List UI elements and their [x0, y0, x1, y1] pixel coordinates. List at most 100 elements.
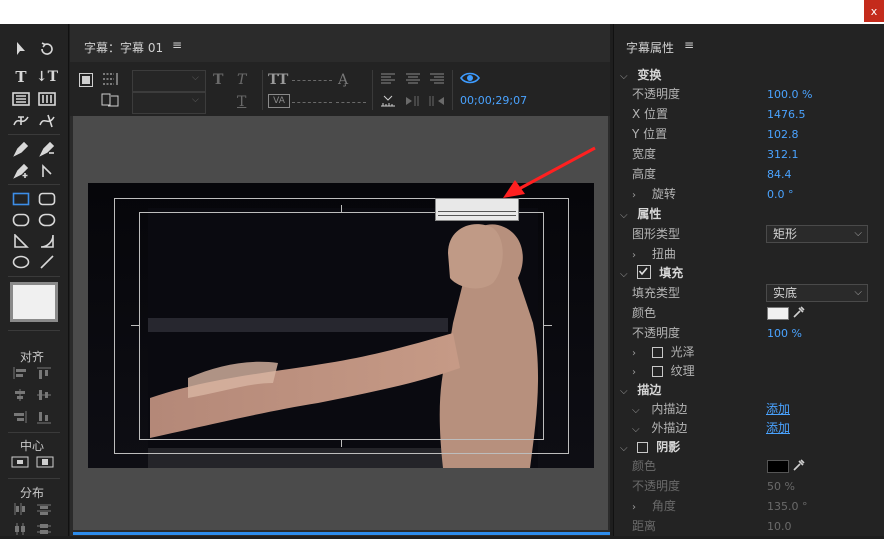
align-horizontal-center-icon[interactable] — [12, 388, 28, 405]
transform-section[interactable]: ⌵ 变换 — [620, 65, 661, 85]
fill-section[interactable]: ⌵ 填充 — [620, 263, 683, 283]
align-text-left-icon[interactable] — [380, 72, 396, 89]
font-size-field[interactable] — [292, 80, 332, 81]
title-panel-menu-icon[interactable]: ≡ — [172, 38, 182, 52]
tools-divider — [8, 478, 60, 479]
tools-panel: T ↓T 对齐 中心 分布 — [0, 24, 69, 536]
ellipse-tool-icon[interactable] — [10, 253, 32, 271]
add-anchor-tool-icon[interactable] — [10, 162, 32, 180]
tab-stops-ruler-icon[interactable] — [380, 94, 396, 111]
type-tool-icon[interactable]: T — [10, 68, 32, 86]
shadow-color-label: 颜色 — [632, 459, 657, 473]
center-tick-bottom — [341, 440, 342, 447]
show-background-video-icon[interactable] — [460, 71, 480, 88]
distort-row[interactable]: › 扭曲 — [632, 244, 676, 264]
path-type-tool-icon[interactable] — [10, 112, 32, 130]
center-vertical-icon[interactable] — [36, 455, 54, 472]
align-bottom-icon[interactable] — [36, 410, 52, 427]
selection-tool-icon[interactable] — [10, 40, 32, 58]
delete-anchor-tool-icon[interactable] — [36, 140, 58, 158]
chevron-right-icon: › — [632, 502, 636, 513]
attributes-section[interactable]: ⌵ 属性 — [620, 204, 661, 224]
add-inner-stroke-link[interactable]: 添加 — [766, 399, 790, 419]
sheen-checkbox[interactable] — [651, 347, 663, 358]
distribute-center-icon[interactable] — [12, 522, 28, 539]
rotation-value[interactable]: 0.0 ° — [767, 185, 794, 205]
italic-icon[interactable]: T — [237, 72, 246, 88]
fill-color-swatch[interactable] — [767, 307, 789, 320]
rotate-tool-icon[interactable] — [36, 40, 58, 58]
align-text-center-icon[interactable] — [405, 72, 421, 89]
y-position-value[interactable]: 102.8 — [767, 125, 799, 145]
align-vertical-center-icon[interactable] — [36, 388, 52, 405]
tab-left-icon[interactable] — [428, 94, 446, 111]
shadow-color-swatch[interactable] — [767, 460, 789, 473]
distribute-left-icon[interactable] — [12, 502, 28, 519]
distribute-top-icon[interactable] — [36, 502, 52, 519]
shadow-angle-row[interactable]: › 角度 — [632, 496, 676, 516]
fill-opacity-value[interactable]: 100 % — [767, 324, 802, 344]
clipped-rectangle-tool-icon[interactable] — [10, 211, 32, 229]
stroke-section[interactable]: ⌵ 描边 — [620, 380, 661, 400]
vertical-type-tool-icon[interactable]: ↓T — [36, 68, 58, 86]
opacity-value[interactable]: 100.0 % — [767, 85, 812, 105]
distort-label: 扭曲 — [651, 247, 676, 261]
fill-opacity-label: 不透明度 — [632, 326, 681, 340]
add-outer-stroke-link[interactable]: 添加 — [766, 418, 790, 438]
align-top-icon[interactable] — [36, 366, 52, 383]
rectangle-tool-icon[interactable] — [10, 190, 32, 208]
toolbar-divider — [452, 70, 453, 110]
font-size-icon[interactable]: TT — [268, 72, 288, 88]
close-button[interactable]: x — [864, 0, 884, 22]
tab-right-icon[interactable] — [404, 94, 422, 111]
roll-crawl-options-icon[interactable] — [78, 72, 94, 91]
properties-menu-icon[interactable]: ≡ — [684, 38, 694, 52]
rounded-corner-rectangle-tool-icon[interactable] — [36, 211, 58, 229]
distribute-middle-icon[interactable] — [36, 522, 52, 539]
align-left-icon[interactable] — [12, 366, 28, 383]
shadow-angle-value[interactable]: 135.0 ° — [767, 497, 808, 517]
area-type-tool-icon[interactable] — [10, 90, 32, 108]
chevron-down-icon: ⌵ — [854, 228, 862, 239]
leading-field[interactable] — [336, 102, 366, 103]
texture-checkbox[interactable] — [651, 366, 663, 377]
rotation-row[interactable]: › 旋转 — [632, 184, 676, 204]
underline-icon[interactable]: T — [237, 94, 246, 110]
shadow-opacity-value[interactable]: 50 % — [767, 477, 795, 497]
fill-type-dropdown[interactable]: 实底 ⌵ — [766, 284, 868, 302]
chevron-down-icon: ⌵ — [192, 95, 199, 105]
x-position-value[interactable]: 1476.5 — [767, 105, 806, 125]
fill-checkbox[interactable] — [637, 265, 652, 279]
tab-stops-icon[interactable] — [100, 70, 120, 91]
align-right-icon[interactable] — [12, 410, 28, 427]
convert-anchor-tool-icon[interactable] — [36, 162, 58, 180]
sheen-row[interactable]: › 光泽 — [632, 342, 695, 362]
bold-icon[interactable]: T — [213, 72, 223, 88]
kerning-icon[interactable]: VA — [268, 94, 290, 108]
height-value[interactable]: 84.4 — [767, 165, 792, 185]
pen-tool-icon[interactable] — [10, 140, 32, 158]
shape-type-dropdown[interactable]: 矩形 ⌵ — [766, 225, 868, 243]
shadow-checkbox[interactable] — [637, 442, 649, 453]
eyedropper-icon[interactable] — [792, 305, 806, 322]
kerning-field[interactable] — [292, 102, 332, 103]
align-text-right-icon[interactable] — [429, 72, 445, 89]
texture-row[interactable]: › 纹理 — [632, 361, 695, 381]
outer-stroke-row[interactable]: ⌵ 外描边 — [632, 418, 687, 438]
width-value[interactable]: 312.1 — [767, 145, 799, 165]
eyedropper-icon[interactable] — [792, 458, 806, 475]
arc-tool-icon[interactable] — [36, 232, 58, 250]
timecode-display[interactable]: 00;00;29;07 — [460, 94, 527, 107]
inner-stroke-row[interactable]: ⌵ 内描边 — [632, 399, 687, 419]
center-horizontal-icon[interactable] — [11, 455, 29, 472]
template-icon[interactable] — [100, 92, 120, 111]
wedge-tool-icon[interactable] — [10, 232, 32, 250]
line-tool-icon[interactable] — [36, 253, 58, 271]
inner-stroke-label: 内描边 — [651, 402, 688, 416]
vertical-area-type-tool-icon[interactable] — [36, 90, 58, 108]
shadow-distance-value[interactable]: 10.0 — [767, 517, 792, 537]
rounded-rectangle-tool-icon[interactable] — [36, 190, 58, 208]
vertical-path-type-tool-icon[interactable] — [36, 112, 58, 130]
aspect-icon[interactable]: A̧ — [338, 72, 348, 88]
shadow-section[interactable]: ⌵ 阴影 — [620, 437, 680, 457]
